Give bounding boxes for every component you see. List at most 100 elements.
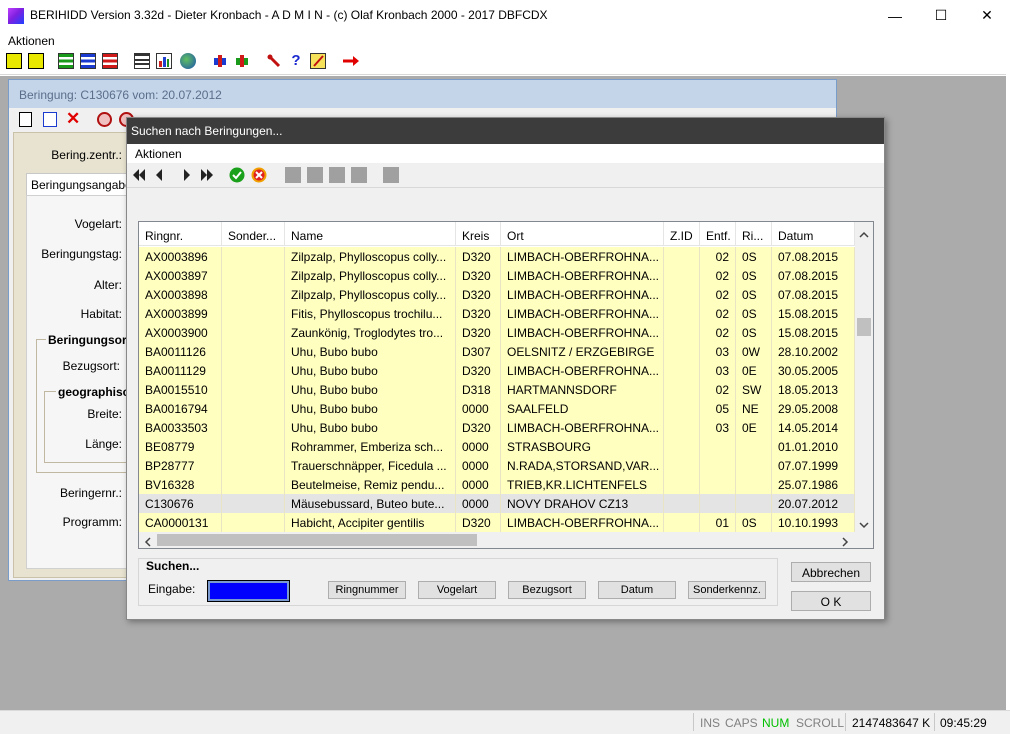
column-header-ort[interactable]: Ort [501, 222, 664, 246]
column-header-entf[interactable]: Entf. [700, 222, 736, 246]
cell-ri: 0S [736, 266, 772, 285]
dialog-menu-aktionen[interactable]: Aktionen [135, 147, 182, 161]
previous-record-icon[interactable] [151, 167, 167, 183]
table-row[interactable]: BV16328 Beutelmeise, Remiz pendu... 0000 TR… [139, 475, 855, 494]
ringnummer-button[interactable]: Ringnummer [328, 581, 406, 599]
table-row[interactable]: AX0003900 Zaunkönig, Troglodytes tro... D3… [139, 323, 855, 342]
cell-entf: 02 [700, 247, 736, 266]
horizontal-scrollbar[interactable] [139, 532, 855, 548]
cell-datum: 14.05.2014 [772, 418, 855, 437]
cell-sonder [222, 399, 285, 418]
exit-arrow-icon[interactable] [342, 53, 359, 69]
table-row[interactable]: BE08779 Rohrammer, Emberiza sch... 0000 STR… [139, 437, 855, 456]
table-row[interactable]: AX0003896 Zilpzalp, Phylloscopus colly...… [139, 247, 855, 266]
cell-kreis: D320 [456, 323, 501, 342]
table-row[interactable]: BA0033503 Uhu, Bubo bubo D320 LIMBACH-OBERF… [139, 418, 855, 437]
cell-ort: LIMBACH-OBERFROHNA... [501, 304, 664, 323]
scroll-down-icon[interactable] [859, 518, 869, 532]
table-row[interactable]: C130676 Mäusebussard, Buteo bute... 0000 NO… [139, 494, 855, 513]
list-green-icon[interactable] [58, 53, 74, 69]
export-icon[interactable] [234, 53, 250, 69]
cell-ringnr: CA0000131 [139, 513, 222, 532]
next-record-icon[interactable] [179, 167, 195, 183]
confirm-check-icon[interactable] [229, 167, 245, 183]
table-row[interactable]: BA0011126 Uhu, Bubo bubo D307 OELSNITZ / ER… [139, 342, 855, 361]
table-row[interactable]: AX0003897 Zilpzalp, Phylloscopus colly...… [139, 266, 855, 285]
edit-note-icon[interactable] [310, 53, 326, 69]
cell-zid [664, 437, 700, 456]
delete-record-icon[interactable]: ✕ [66, 110, 82, 127]
import-icon[interactable] [212, 53, 228, 69]
edit-record-icon[interactable] [43, 112, 57, 127]
scroll-left-icon[interactable] [144, 536, 152, 548]
vogelart-button[interactable]: Vogelart [418, 581, 496, 599]
bezugsort-button[interactable]: Bezugsort [508, 581, 586, 599]
ok-button[interactable]: O K [791, 591, 871, 611]
column-header-kreis[interactable]: Kreis [456, 222, 501, 246]
table-row[interactable]: BA0011129 Uhu, Bubo bubo D320 LIMBACH-OBERF… [139, 361, 855, 380]
cell-kreis: 0000 [456, 475, 501, 494]
cell-ort: LIMBACH-OBERFROHNA... [501, 285, 664, 304]
db-close-icon[interactable] [28, 53, 44, 69]
cell-ri [736, 475, 772, 494]
minimize-button[interactable]: — [872, 0, 918, 31]
table-row[interactable]: AX0003898 Zilpzalp, Phylloscopus colly...… [139, 285, 855, 304]
datum-button[interactable]: Datum [598, 581, 676, 599]
column-header-sonder[interactable]: Sonder... [222, 222, 285, 246]
table-row[interactable]: AX0003899 Fitis, Phylloscopus trochilu...… [139, 304, 855, 323]
cell-ringnr: C130676 [139, 494, 222, 513]
cell-ort: LIMBACH-OBERFROHNA... [501, 323, 664, 342]
scroll-right-icon[interactable] [841, 536, 849, 548]
cell-ort: TRIEB,KR.LICHTENFELS [501, 475, 664, 494]
disabled-tool-icon [285, 167, 301, 183]
vertical-scrollbar[interactable] [855, 222, 873, 532]
cell-sonder [222, 418, 285, 437]
hscroll-thumb[interactable] [157, 534, 477, 546]
list-blue-icon[interactable] [80, 53, 96, 69]
list-red-icon[interactable] [102, 53, 118, 69]
cell-ri: 0E [736, 418, 772, 437]
cell-ringnr: BE08779 [139, 437, 222, 456]
close-button[interactable]: ✕ [964, 0, 1010, 31]
menu-aktionen[interactable]: Aktionen [8, 34, 55, 48]
help-icon[interactable]: ? [288, 53, 304, 69]
first-record-icon[interactable] [131, 167, 147, 183]
column-header-ri[interactable]: Ri... [736, 222, 772, 246]
abbrechen-button[interactable]: Abbrechen [791, 562, 871, 582]
globe-icon[interactable] [180, 53, 196, 69]
table-row[interactable]: CA0000131 Habicht, Accipiter gentilis D320… [139, 513, 855, 532]
laenge-label: Länge: [85, 437, 122, 451]
last-record-icon[interactable] [199, 167, 215, 183]
column-header-datum[interactable]: Datum [772, 222, 855, 246]
report-icon[interactable] [134, 53, 150, 69]
cancel-x-icon[interactable] [251, 167, 267, 183]
status-caps: CAPS [725, 716, 758, 730]
tab-beringungsangaben[interactable]: Beringungsangaben [26, 173, 134, 195]
eingabe-input[interactable] [207, 580, 290, 602]
cell-ringnr: AX0003899 [139, 304, 222, 323]
bezugsort-label: Bezugsort: [62, 359, 120, 373]
cell-entf: 02 [700, 304, 736, 323]
db-open-icon[interactable] [6, 53, 22, 69]
column-header-zid[interactable]: Z.ID [664, 222, 700, 246]
table-row[interactable]: BA0016794 Uhu, Bubo bubo 0000 SAALFELD 05 NE 2… [139, 399, 855, 418]
main-toolbar: ? [0, 50, 1010, 75]
chart-icon[interactable] [156, 53, 172, 69]
results-grid[interactable]: Ringnr. Sonder... Name Kreis Ort Z.ID En… [138, 221, 874, 549]
scroll-up-icon[interactable] [859, 228, 869, 242]
sonderkennz-button[interactable]: Sonderkennz. [688, 581, 766, 599]
cell-name: Trauerschnäpper, Ficedula ... [285, 456, 456, 475]
app-icon[interactable] [8, 8, 24, 24]
search-record-icon[interactable] [97, 112, 112, 127]
cell-datum: 29.05.2008 [772, 399, 855, 418]
table-row[interactable]: BA0015510 Uhu, Bubo bubo D318 HARTMANNSDORF… [139, 380, 855, 399]
tools-icon[interactable] [266, 53, 282, 69]
cell-datum: 07.08.2015 [772, 266, 855, 285]
new-record-icon[interactable] [19, 112, 32, 127]
table-row[interactable]: BP28777 Trauerschnäpper, Ficedula ... 0000… [139, 456, 855, 475]
dialog-menu-bar: Aktionen [127, 144, 884, 163]
maximize-button[interactable]: ☐ [918, 0, 964, 31]
column-header-ringnr[interactable]: Ringnr. [139, 222, 222, 246]
column-header-name[interactable]: Name [285, 222, 456, 246]
scroll-thumb[interactable] [857, 318, 871, 336]
